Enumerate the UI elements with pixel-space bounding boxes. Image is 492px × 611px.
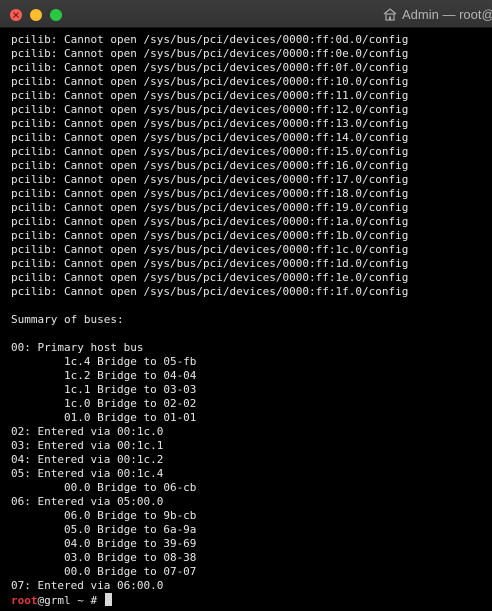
terminal-line: pcilib: Cannot open /sys/bus/pci/devices…	[11, 201, 409, 214]
terminal-line: pcilib: Cannot open /sys/bus/pci/devices…	[11, 33, 409, 46]
terminal-line: pcilib: Cannot open /sys/bus/pci/devices…	[11, 75, 409, 88]
terminal-line: pcilib: Cannot open /sys/bus/pci/devices…	[11, 89, 409, 102]
terminal-line: pcilib: Cannot open /sys/bus/pci/devices…	[11, 159, 409, 172]
shell-prompt[interactable]: root@grml ~ #	[11, 593, 408, 607]
home-folder-icon	[383, 7, 397, 21]
window-title: Admin — root@	[383, 6, 492, 22]
terminal-line: 01.0 Bridge to 01-01	[11, 411, 197, 424]
terminal-line: 04: Entered via 00:1c.2	[11, 453, 164, 466]
terminal-line: pcilib: Cannot open /sys/bus/pci/devices…	[11, 61, 409, 74]
terminal-line: pcilib: Cannot open /sys/bus/pci/devices…	[11, 215, 409, 228]
terminal-line: pcilib: Cannot open /sys/bus/pci/devices…	[11, 187, 409, 200]
terminal-text: pcilib: Cannot open /sys/bus/pci/devices…	[11, 33, 408, 607]
terminal-line: 1c.0 Bridge to 02-02	[11, 397, 197, 410]
terminal-line: pcilib: Cannot open /sys/bus/pci/devices…	[11, 285, 409, 298]
terminal-output[interactable]: pcilib: Cannot open /sys/bus/pci/devices…	[0, 29, 492, 611]
minimize-icon[interactable]	[30, 9, 42, 21]
window-title-text: Admin — root@	[402, 6, 492, 22]
terminal-line: pcilib: Cannot open /sys/bus/pci/devices…	[11, 47, 409, 60]
terminal-line: 00.0 Bridge to 07-07	[11, 565, 197, 578]
terminal-line: 06: Entered via 05:00.0	[11, 495, 164, 508]
terminal-line: pcilib: Cannot open /sys/bus/pci/devices…	[11, 103, 409, 116]
terminal-line: pcilib: Cannot open /sys/bus/pci/devices…	[11, 117, 409, 130]
terminal-line: pcilib: Cannot open /sys/bus/pci/devices…	[11, 257, 409, 270]
terminal-line: 07: Entered via 06:00.0	[11, 579, 164, 592]
terminal-line: 02: Entered via 00:1c.0	[11, 425, 164, 438]
terminal-window: Admin — root@ pcilib: Cannot open /sys/b…	[0, 0, 492, 611]
prompt-user: root	[11, 594, 38, 607]
terminal-line: pcilib: Cannot open /sys/bus/pci/devices…	[11, 271, 409, 284]
terminal-line: 05: Entered via 00:1c.4	[11, 467, 164, 480]
terminal-line: 03: Entered via 00:1c.1	[11, 439, 164, 452]
terminal-line: pcilib: Cannot open /sys/bus/pci/devices…	[11, 173, 409, 186]
prompt-host-path: @grml ~ #	[37, 594, 104, 607]
terminal-line: Summary of buses:	[11, 313, 124, 326]
terminal-line: 05.0 Bridge to 6a-9a	[11, 523, 197, 536]
maximize-icon[interactable]	[50, 9, 62, 21]
terminal-line: 04.0 Bridge to 39-69	[11, 537, 197, 550]
terminal-line: 06.0 Bridge to 9b-cb	[11, 509, 197, 522]
terminal-line: 1c.1 Bridge to 03-03	[11, 383, 197, 396]
close-icon[interactable]	[10, 9, 22, 21]
terminal-line: 00.0 Bridge to 06-cb	[11, 481, 197, 494]
terminal-line: pcilib: Cannot open /sys/bus/pci/devices…	[11, 131, 409, 144]
terminal-line: 1c.4 Bridge to 05-fb	[11, 355, 197, 368]
terminal-line: 00: Primary host bus	[11, 341, 144, 354]
terminal-line: 03.0 Bridge to 08-38	[11, 551, 197, 564]
terminal-line: pcilib: Cannot open /sys/bus/pci/devices…	[11, 243, 409, 256]
terminal-line: pcilib: Cannot open /sys/bus/pci/devices…	[11, 229, 409, 242]
title-bar[interactable]: Admin — root@	[0, 0, 492, 28]
terminal-line: 1c.2 Bridge to 04-04	[11, 369, 197, 382]
terminal-line: pcilib: Cannot open /sys/bus/pci/devices…	[11, 145, 409, 158]
text-cursor	[104, 593, 112, 606]
